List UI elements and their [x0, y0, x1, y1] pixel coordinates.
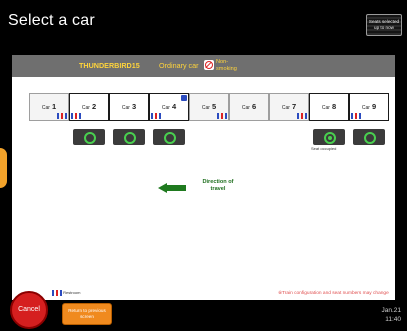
seat-occupied-note: Seat occupied — [311, 146, 337, 151]
car-number: 5 — [211, 102, 217, 111]
restroom-icon — [71, 113, 81, 119]
car-label-text: Car — [241, 105, 250, 111]
select-car-9-button[interactable] — [353, 129, 385, 145]
car-number: 8 — [331, 102, 337, 111]
circle-icon — [324, 132, 336, 144]
circle-icon — [364, 132, 376, 144]
car-label: Car 7 — [270, 102, 308, 111]
restroom-icon — [151, 113, 161, 119]
selected-seats-button[interactable]: Seats selected up to now — [366, 14, 402, 36]
car-label-text: Car — [161, 105, 170, 111]
time-display: 11:40 — [385, 316, 401, 323]
train-info-bar: THUNDERBIRD15 Ordinary car Non-smoking — [12, 55, 395, 77]
configuration-note: ※Train configuration and seat numbers ma… — [278, 291, 389, 296]
select-car-4-button[interactable] — [153, 129, 185, 145]
train-name: THUNDERBIRD15 — [79, 61, 140, 70]
car-label-text: Car — [281, 105, 290, 111]
car-label-text: Car — [321, 105, 330, 111]
car-label: Car 1 — [30, 102, 68, 111]
page-title: Select a car — [8, 12, 95, 29]
car-6: Car 6 — [229, 93, 269, 121]
circle-icon — [164, 132, 176, 144]
car-label: Car 3 — [110, 102, 148, 111]
restroom-legend-label: Restroom — [63, 290, 81, 296]
cancel-button[interactable]: Cancel — [10, 291, 48, 329]
date-display: Jan.21 — [381, 307, 401, 314]
legend: Restroom — [52, 290, 80, 296]
circle-icon — [84, 132, 96, 144]
select-car-2-button[interactable] — [73, 129, 105, 145]
car-label-text: Car — [41, 105, 50, 111]
car-number: 1 — [51, 102, 57, 111]
car-1: Car 1 — [29, 93, 69, 121]
car-label: Car 6 — [230, 102, 268, 111]
car-label: Car 5 — [190, 102, 228, 111]
car-label-text: Car — [361, 105, 370, 111]
return-button[interactable]: Return to previous screen — [62, 303, 112, 325]
car-label-text: Car — [121, 105, 130, 111]
car-type: Ordinary car — [159, 61, 199, 70]
car-label-text: Car — [201, 105, 210, 111]
direction-label: Direction of travel — [202, 179, 234, 192]
restroom-icon — [351, 113, 361, 119]
restroom-icon — [57, 113, 67, 119]
car-label: Car 9 — [350, 102, 388, 111]
select-car-3-button[interactable] — [113, 129, 145, 145]
car-number: 3 — [131, 102, 137, 111]
car-number: 7 — [291, 102, 297, 111]
car-8[interactable]: Car 8 — [309, 93, 349, 121]
car-2[interactable]: Car 2 — [69, 93, 109, 121]
car-selection-panel: THUNDERBIRD15 Ordinary car Non-smoking C… — [12, 55, 395, 303]
car-number: 9 — [371, 102, 377, 111]
car-5: Car 5 — [189, 93, 229, 121]
wheelchair-icon — [181, 95, 187, 101]
car-number: 2 — [91, 102, 97, 111]
car-label: Car 2 — [70, 102, 108, 111]
train-cars: Car 1 Car 2 Car 3 Car 4 Car 5 Car 6 Car 7 Car 8 Car 9 — [29, 93, 389, 123]
car-button-row: Seat occupied — [29, 129, 385, 151]
car-4[interactable]: Car 4 — [149, 93, 189, 121]
bottom-bar: Return to previous screen Jan.21 11:40 — [0, 300, 407, 331]
smoking-label: Non-smoking — [216, 59, 237, 72]
car-label: Car 4 — [150, 102, 188, 111]
car-7: Car 7 — [269, 93, 309, 121]
select-car-8-button[interactable] — [313, 129, 345, 145]
car-number: 6 — [251, 102, 257, 111]
restroom-icon — [217, 113, 227, 119]
title-bar: Select a car Seats selected up to now — [0, 0, 407, 48]
arrow-left-icon — [158, 183, 186, 193]
car-3[interactable]: Car 3 — [109, 93, 149, 121]
car-label: Car 8 — [310, 102, 348, 111]
circle-icon — [124, 132, 136, 144]
restroom-icon — [52, 290, 62, 296]
side-tab[interactable] — [0, 148, 7, 188]
car-number: 4 — [171, 102, 177, 111]
no-smoking-icon — [204, 60, 214, 70]
restroom-icon — [297, 113, 307, 119]
car-label-text: Car — [81, 105, 90, 111]
car-9[interactable]: Car 9 — [349, 93, 389, 121]
